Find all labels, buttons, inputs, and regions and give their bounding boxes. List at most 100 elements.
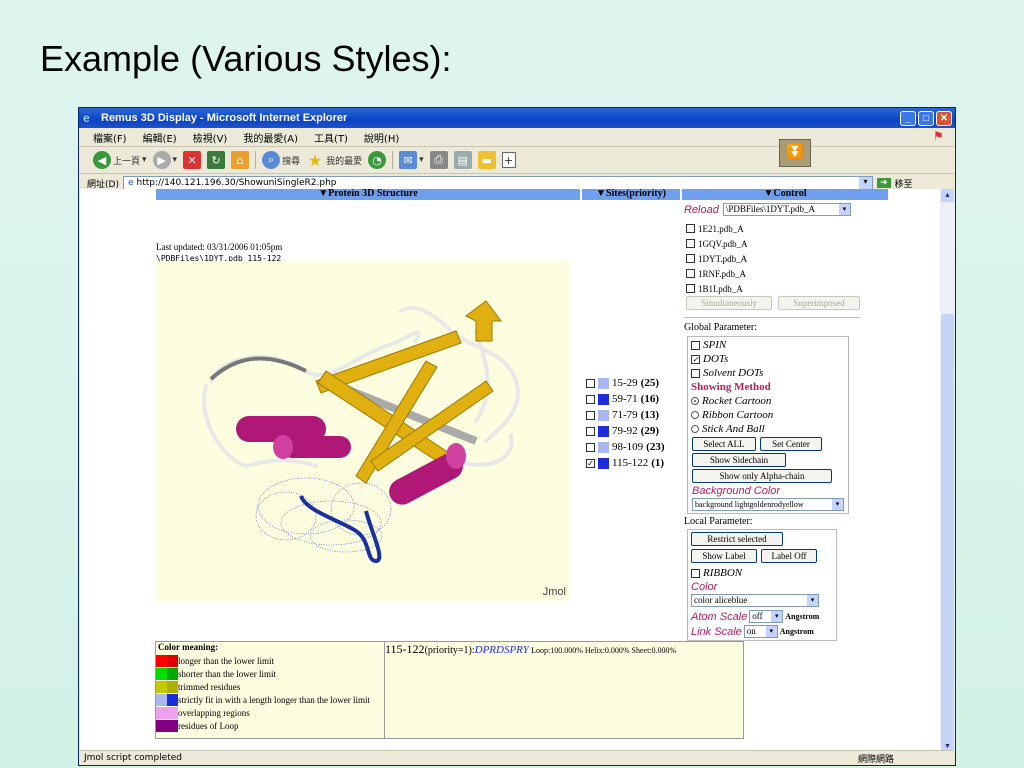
site-priority: (25) <box>640 377 659 389</box>
status-zone: 網際網路 <box>857 754 894 765</box>
status-text: Jmol script completed <box>84 753 182 763</box>
site-row[interactable]: 98-109 (23) <box>586 440 665 454</box>
favorites-button[interactable]: ★ 我的最愛 <box>306 151 362 170</box>
maximize-button[interactable]: □ <box>918 110 934 126</box>
site-checkbox[interactable] <box>586 394 595 404</box>
refresh-button[interactable]: ↻ <box>207 151 226 169</box>
home-button[interactable]: ⌂ <box>231 151 250 169</box>
header-sites[interactable]: ▼Sites(priority) <box>582 189 680 200</box>
close-button[interactable]: ✕ <box>936 110 952 126</box>
chevron-down-icon: ▾ <box>771 611 783 622</box>
page-button[interactable]: + <box>501 152 516 168</box>
select-all-button[interactable]: Select ALL <box>692 437 756 451</box>
dots-option[interactable]: ✓ DOTs <box>691 353 728 365</box>
forward-arrow-icon: ▶ <box>152 151 171 169</box>
chevron-down-icon: ▾ <box>765 626 777 637</box>
last-updated: Last updated: 03/31/2006 01:05pm <box>156 242 283 252</box>
spin-option[interactable]: SPIN <box>691 339 726 351</box>
link-scale-select[interactable]: on ▾ <box>743 625 778 638</box>
site-checkbox[interactable] <box>586 442 595 452</box>
atom-scale-select[interactable]: off ▾ <box>749 610 784 623</box>
address-dropdown-icon[interactable]: ▾ <box>858 177 872 189</box>
menu-edit[interactable]: 編輯(E) <box>143 130 177 145</box>
pdb-file-item[interactable]: 1E21.pdb_A <box>686 222 744 235</box>
window-title: Remus 3D Display - Microsoft Internet Ex… <box>101 112 348 124</box>
forward-button[interactable]: ▶ ▾ <box>152 151 177 169</box>
reload-select[interactable]: \PDBFiles\1DYT.pdb_A ▾ <box>722 203 851 216</box>
show-sidechain-button[interactable]: Show Sidechain <box>692 453 786 467</box>
go-button[interactable]: 移至 <box>895 177 913 190</box>
header-control[interactable]: ▼Control <box>682 189 888 200</box>
site-checkbox[interactable] <box>586 426 595 436</box>
chevron-down-icon: ▾ <box>832 499 843 510</box>
legend-item: residues of Loop <box>156 719 384 732</box>
go-arrow-icon[interactable]: ➜ <box>876 178 891 188</box>
stop-button[interactable]: ✕ <box>183 151 202 169</box>
vertical-scrollbar[interactable]: ▲ ▼ <box>940 189 955 753</box>
background-color-label: Background Color <box>692 485 781 497</box>
site-swatch <box>598 457 609 469</box>
site-range: 79-92 <box>612 425 638 437</box>
ribbon-cartoon-option[interactable]: Ribbon Cartoon <box>691 409 773 421</box>
show-alpha-chain-button[interactable]: Show only Alpha-chain <box>692 469 832 483</box>
site-checkbox[interactable] <box>586 410 595 420</box>
solvent-dots-option[interactable]: Solvent DOTs <box>691 367 763 379</box>
site-range: 15-29 <box>612 377 638 389</box>
site-checkbox-checked[interactable]: ✓ <box>586 458 595 468</box>
pdb-file-item[interactable]: 1RNF.pdb_A <box>686 267 746 280</box>
ribbon-option[interactable]: RIBBON <box>691 567 742 579</box>
chevron-down-icon: ▾ <box>807 595 818 606</box>
scroll-up-icon[interactable]: ▲ <box>941 189 954 202</box>
site-swatch <box>598 393 609 405</box>
menu-help[interactable]: 說明(H) <box>364 130 399 145</box>
site-row[interactable]: 15-29 (25) <box>586 376 659 390</box>
jmol-viewer[interactable]: Jmol <box>156 261 570 601</box>
menu-file[interactable]: 檔案(F) <box>93 130 127 145</box>
atom-scale-unit: Angstrom <box>785 612 820 621</box>
pdb-file-item[interactable]: 1GQV.pdb_A <box>686 237 748 250</box>
simultaneously-button[interactable]: Simultaneously <box>686 296 772 310</box>
title-bar: e Remus 3D Display - Microsoft Internet … <box>79 108 955 128</box>
show-label-button[interactable]: Show Label <box>691 549 757 563</box>
site-row[interactable]: ✓ 115-122 (1) <box>586 456 664 470</box>
set-center-button[interactable]: Set Center <box>760 437 822 451</box>
site-row[interactable]: 71-79 (13) <box>586 408 659 422</box>
site-row[interactable]: 59-71 (16) <box>586 392 659 406</box>
info-priority: (priority=1): <box>424 645 475 656</box>
address-input[interactable]: e http://140.121.196.30/ShowuniSingleR2.… <box>122 176 873 190</box>
link-scale-label: Link Scale <box>691 625 742 638</box>
search-button[interactable]: ⌕ 搜尋 <box>262 151 300 169</box>
scroll-thumb[interactable] <box>941 314 954 744</box>
folder-button[interactable]: ▬ <box>477 151 496 169</box>
toolbar: ◀ 上一頁 ▾ ▶ ▾ ✕ ↻ ⌂ ⌕ 搜尋 ★ 我的最愛 ◔ ✉ ▾ ⎙ ▤ ▬ +… <box>79 139 955 174</box>
mail-button[interactable]: ✉ ▾ <box>399 151 424 169</box>
history-button[interactable]: ◔ <box>368 151 387 169</box>
rocket-cartoon-option[interactable]: Rocket Cartoon <box>691 395 771 407</box>
pdb-file-item[interactable]: 1DYT.pdb_A <box>686 252 747 265</box>
superimposed-button[interactable]: Superimposed <box>778 296 860 310</box>
divider <box>684 317 860 318</box>
background-color-select[interactable]: background lightgoldenrodyellow ▾ <box>692 498 844 511</box>
color-select[interactable]: color aliceblue ▾ <box>691 594 819 607</box>
label-off-button[interactable]: Label Off <box>761 549 817 563</box>
header-structure[interactable]: ▼Protein 3D Structure <box>156 189 580 200</box>
menu-favorites[interactable]: 我的最愛(A) <box>243 130 298 145</box>
site-row[interactable]: 79-92 (29) <box>586 424 659 438</box>
legend-item: strictly fit in with a length longer tha… <box>156 693 384 706</box>
page-favicon: e <box>127 178 134 188</box>
print-button[interactable]: ⎙ <box>429 151 448 169</box>
site-swatch <box>598 441 609 453</box>
site-checkbox[interactable] <box>586 378 595 388</box>
edit-button[interactable]: ▤ <box>453 151 472 169</box>
minimize-button[interactable]: _ <box>900 110 916 126</box>
menu-view[interactable]: 檢視(V) <box>193 130 228 145</box>
stop-icon: ✕ <box>183 151 202 169</box>
site-priority: (1) <box>651 457 665 469</box>
restrict-selected-button[interactable]: Restrict selected <box>691 532 783 546</box>
stick-ball-option[interactable]: Stick And Ball <box>691 423 765 435</box>
slide-title: Example (Various Styles): <box>40 38 452 79</box>
back-button[interactable]: ◀ 上一頁 ▾ <box>93 151 147 169</box>
pdb-file-item[interactable]: 1B1I.pdb_A <box>686 282 743 295</box>
menu-tools[interactable]: 工具(T) <box>314 130 348 145</box>
legend-item: longer than the lower limit <box>156 654 384 667</box>
